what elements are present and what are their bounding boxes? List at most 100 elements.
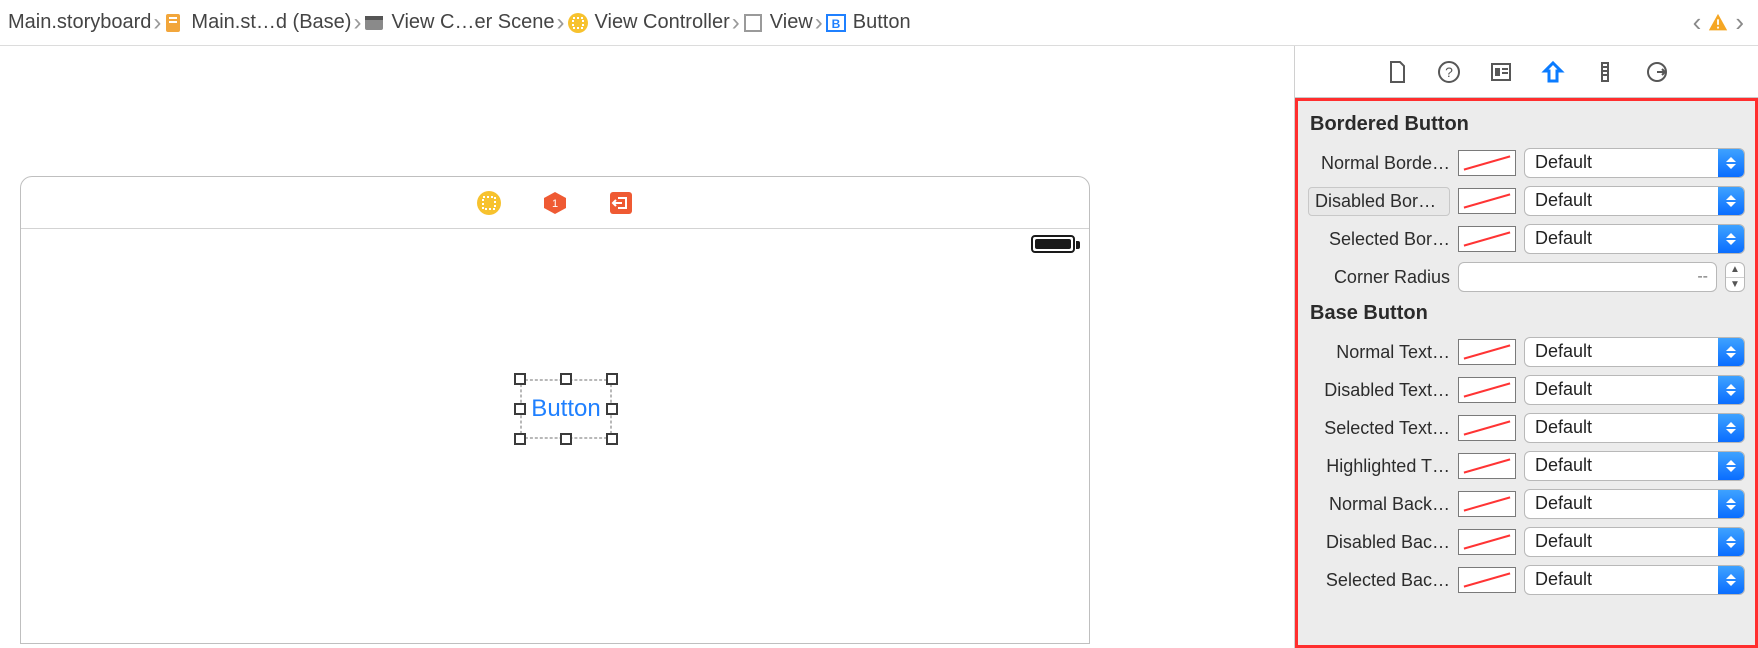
select-value: Default xyxy=(1525,187,1718,215)
chevron-right-icon: › xyxy=(153,11,161,35)
quick-help-tab[interactable]: ? xyxy=(1437,60,1461,84)
resize-handle-bl[interactable] xyxy=(514,433,526,445)
crumb-view[interactable]: View xyxy=(742,11,813,34)
select-stepper-icon[interactable] xyxy=(1718,414,1744,442)
color-preset-select[interactable]: Default xyxy=(1524,148,1745,178)
status-bar xyxy=(1031,235,1075,253)
select-stepper-icon[interactable] xyxy=(1718,338,1744,366)
property-label: Disabled Text… xyxy=(1308,380,1450,401)
color-preset-select[interactable]: Default xyxy=(1524,489,1745,519)
select-value: Default xyxy=(1525,414,1718,442)
property-row: Selected Bac… Default xyxy=(1306,561,1747,599)
crumb-view-controller[interactable]: View Controller xyxy=(567,11,730,34)
resize-handle-ml[interactable] xyxy=(514,403,526,415)
select-stepper-icon[interactable] xyxy=(1718,376,1744,404)
crumb-label: Main.storyboard xyxy=(8,11,151,34)
chevron-right-icon: › xyxy=(353,11,361,35)
inspector-tab-bar: ? xyxy=(1295,46,1758,98)
history-back-button[interactable]: ‹ xyxy=(1687,7,1708,38)
color-well[interactable] xyxy=(1458,529,1516,555)
select-stepper-icon[interactable] xyxy=(1718,566,1744,594)
crumb-scene[interactable]: View C…er Scene xyxy=(363,11,554,34)
resize-handle-br[interactable] xyxy=(606,433,618,445)
stepper-up-icon[interactable]: ▲ xyxy=(1726,263,1744,278)
resize-handle-mr[interactable] xyxy=(606,403,618,415)
property-label: Corner Radius xyxy=(1308,267,1450,288)
history-forward-button[interactable]: › xyxy=(1729,7,1750,38)
resize-handle-bm[interactable] xyxy=(560,433,572,445)
jump-bar: Main.storyboard › Main.st…d (Base) › Vie… xyxy=(0,0,1758,46)
device-frame: 1 Button xyxy=(20,176,1090,644)
first-responder-icon[interactable]: 1 xyxy=(542,190,568,216)
stepper-down-icon[interactable]: ▼ xyxy=(1726,278,1744,292)
select-stepper-icon[interactable] xyxy=(1718,225,1744,253)
resize-handle-tl[interactable] xyxy=(514,373,526,385)
chevron-right-icon: › xyxy=(815,11,823,35)
select-value: Default xyxy=(1525,452,1718,480)
section-title: Bordered Button xyxy=(1306,107,1747,144)
color-well[interactable] xyxy=(1458,188,1516,214)
select-stepper-icon[interactable] xyxy=(1718,149,1744,177)
device-screen[interactable]: Button xyxy=(21,229,1089,643)
number-stepper[interactable]: ▲▼ xyxy=(1725,262,1745,292)
size-inspector-tab[interactable] xyxy=(1593,60,1617,84)
attributes-inspector-tab[interactable] xyxy=(1541,60,1565,84)
color-well[interactable] xyxy=(1458,415,1516,441)
select-value: Default xyxy=(1525,528,1718,556)
color-well[interactable] xyxy=(1458,339,1516,365)
property-row: Normal Text… Default xyxy=(1306,333,1747,371)
color-preset-select[interactable]: Default xyxy=(1524,565,1745,595)
file-inspector-tab[interactable] xyxy=(1385,60,1409,84)
number-input[interactable] xyxy=(1459,268,1716,286)
property-label: Normal Text… xyxy=(1308,342,1450,363)
select-value: Default xyxy=(1525,149,1718,177)
scene-icon xyxy=(363,12,385,34)
selected-button-element[interactable]: Button xyxy=(520,379,612,439)
color-preset-select[interactable]: Default xyxy=(1524,337,1745,367)
svg-text:1: 1 xyxy=(552,198,558,210)
connections-inspector-tab[interactable] xyxy=(1645,60,1669,84)
property-row: Corner Radius ▲▼ xyxy=(1306,258,1747,296)
color-preset-select[interactable]: Default xyxy=(1524,375,1745,405)
canvas-pane[interactable]: 1 Button xyxy=(0,46,1294,648)
color-well[interactable] xyxy=(1458,453,1516,479)
resize-handle-tm[interactable] xyxy=(560,373,572,385)
crumb-label: View xyxy=(770,11,813,34)
storyboard-file-icon xyxy=(163,12,185,34)
scene-toolbar: 1 xyxy=(21,177,1089,229)
property-label: Selected Bor… xyxy=(1308,229,1450,250)
crumb-button[interactable]: B Button xyxy=(825,11,911,34)
color-well[interactable] xyxy=(1458,567,1516,593)
select-stepper-icon[interactable] xyxy=(1718,187,1744,215)
warning-icon[interactable] xyxy=(1707,12,1729,34)
color-preset-select[interactable]: Default xyxy=(1524,413,1745,443)
button-glyph-icon: B xyxy=(825,12,847,34)
viewcontroller-icon[interactable] xyxy=(476,190,502,216)
property-label: Normal Borde… xyxy=(1308,153,1450,174)
inspector-body[interactable]: Bordered Button Normal Borde… Default Disab… xyxy=(1295,98,1758,648)
color-preset-select[interactable]: Default xyxy=(1524,186,1745,216)
exit-icon[interactable] xyxy=(608,190,634,216)
select-stepper-icon[interactable] xyxy=(1718,452,1744,480)
chevron-right-icon: › xyxy=(557,11,565,35)
color-well[interactable] xyxy=(1458,377,1516,403)
crumb-main-storyboard[interactable]: Main.storyboard xyxy=(8,11,151,34)
select-value: Default xyxy=(1525,376,1718,404)
select-stepper-icon[interactable] xyxy=(1718,528,1744,556)
color-well[interactable] xyxy=(1458,491,1516,517)
identity-inspector-tab[interactable] xyxy=(1489,60,1513,84)
number-field[interactable] xyxy=(1458,262,1717,292)
color-preset-select[interactable]: Default xyxy=(1524,527,1745,557)
view-icon xyxy=(742,12,764,34)
property-label: Selected Bac… xyxy=(1308,570,1450,591)
property-label: Highlighted T… xyxy=(1308,456,1450,477)
resize-handle-tr[interactable] xyxy=(606,373,618,385)
crumb-main-base[interactable]: Main.st…d (Base) xyxy=(163,11,351,34)
property-label: Selected Text… xyxy=(1308,418,1450,439)
color-well[interactable] xyxy=(1458,150,1516,176)
color-preset-select[interactable]: Default xyxy=(1524,224,1745,254)
select-stepper-icon[interactable] xyxy=(1718,490,1744,518)
color-preset-select[interactable]: Default xyxy=(1524,451,1745,481)
svg-text:B: B xyxy=(831,17,840,31)
color-well[interactable] xyxy=(1458,226,1516,252)
